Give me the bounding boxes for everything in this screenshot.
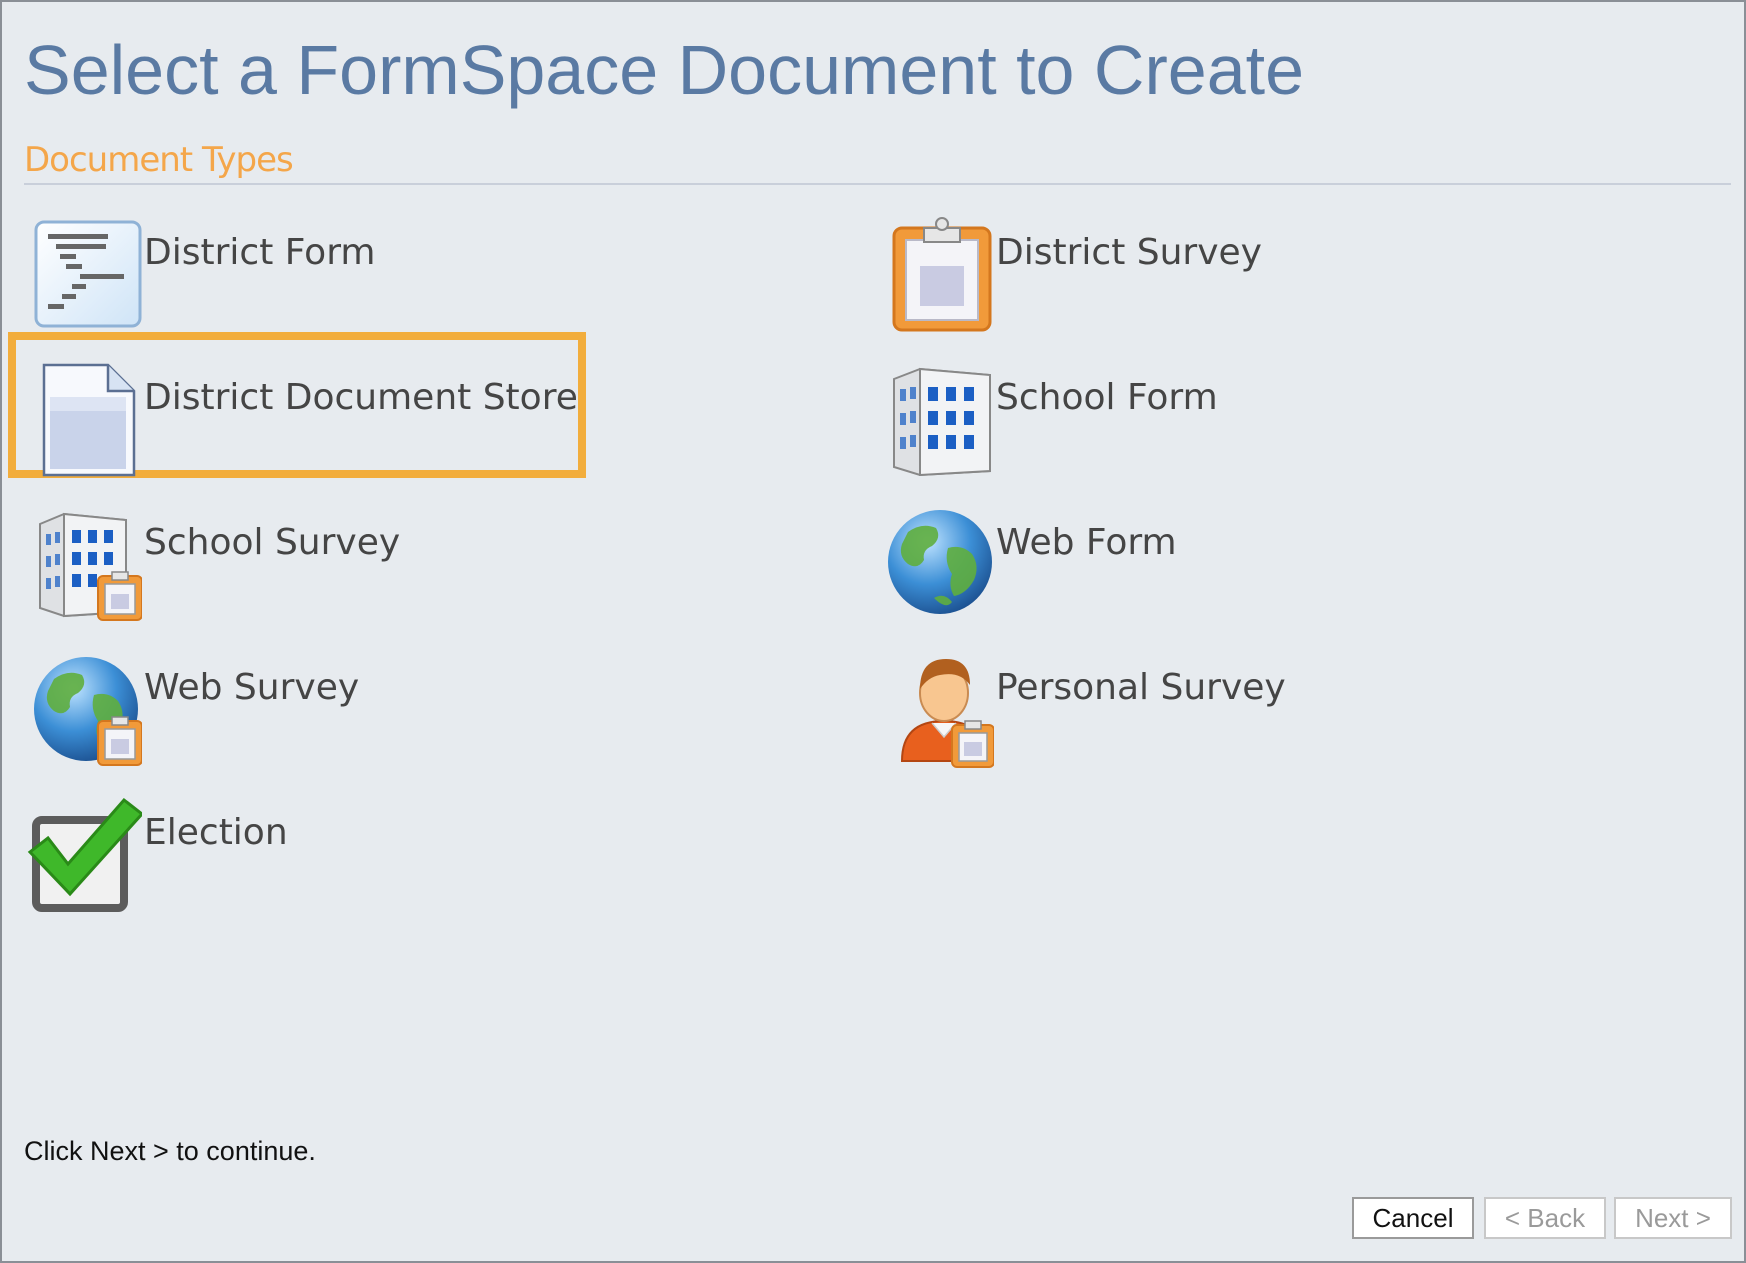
wizard-window: Select a FormSpace Document to Create Do… <box>0 0 1746 1263</box>
document-type-label: School Survey <box>144 522 401 563</box>
document-type-district-document-store[interactable]: District Document Store <box>22 359 642 494</box>
clipboard-icon <box>892 217 992 332</box>
document-type-school-form[interactable]: School Form <box>874 359 1494 494</box>
checkbox-check-icon <box>27 797 142 912</box>
document-type-election[interactable]: Election <box>22 794 642 929</box>
document-type-web-survey[interactable]: Web Survey <box>22 649 642 784</box>
document-type-label: Election <box>144 812 288 853</box>
person-clipboard-icon <box>900 659 994 768</box>
back-button[interactable]: < Back <box>1484 1197 1606 1239</box>
globe-clipboard-icon <box>34 657 142 766</box>
district-form-icon <box>34 220 142 328</box>
document-type-web-form[interactable]: Web Form <box>874 504 1494 639</box>
building-clipboard-icon <box>39 512 142 621</box>
document-type-label: Web Survey <box>144 667 360 708</box>
document-type-label: Personal Survey <box>996 667 1286 708</box>
document-type-label: Web Form <box>996 522 1177 563</box>
document-type-district-form[interactable]: District Form <box>22 214 642 349</box>
document-type-personal-survey[interactable]: Personal Survey <box>874 649 1494 784</box>
page-title: Select a FormSpace Document to Create <box>24 31 1305 109</box>
document-type-label: District Survey <box>996 232 1262 273</box>
cancel-button[interactable]: Cancel <box>1352 1197 1474 1239</box>
instruction-text: Click Next > to continue. <box>24 1136 316 1166</box>
next-button[interactable]: Next > <box>1614 1197 1732 1239</box>
globe-icon <box>888 510 992 614</box>
document-type-district-survey[interactable]: District Survey <box>874 214 1494 349</box>
document-icon <box>42 363 136 477</box>
section-divider <box>24 183 1731 185</box>
building-icon <box>893 367 991 477</box>
document-type-school-survey[interactable]: School Survey <box>22 504 642 639</box>
document-type-label: District Document Store <box>144 377 578 418</box>
document-type-label: School Form <box>996 377 1218 418</box>
section-title: Document Types <box>24 140 294 180</box>
document-type-label: District Form <box>144 232 376 273</box>
